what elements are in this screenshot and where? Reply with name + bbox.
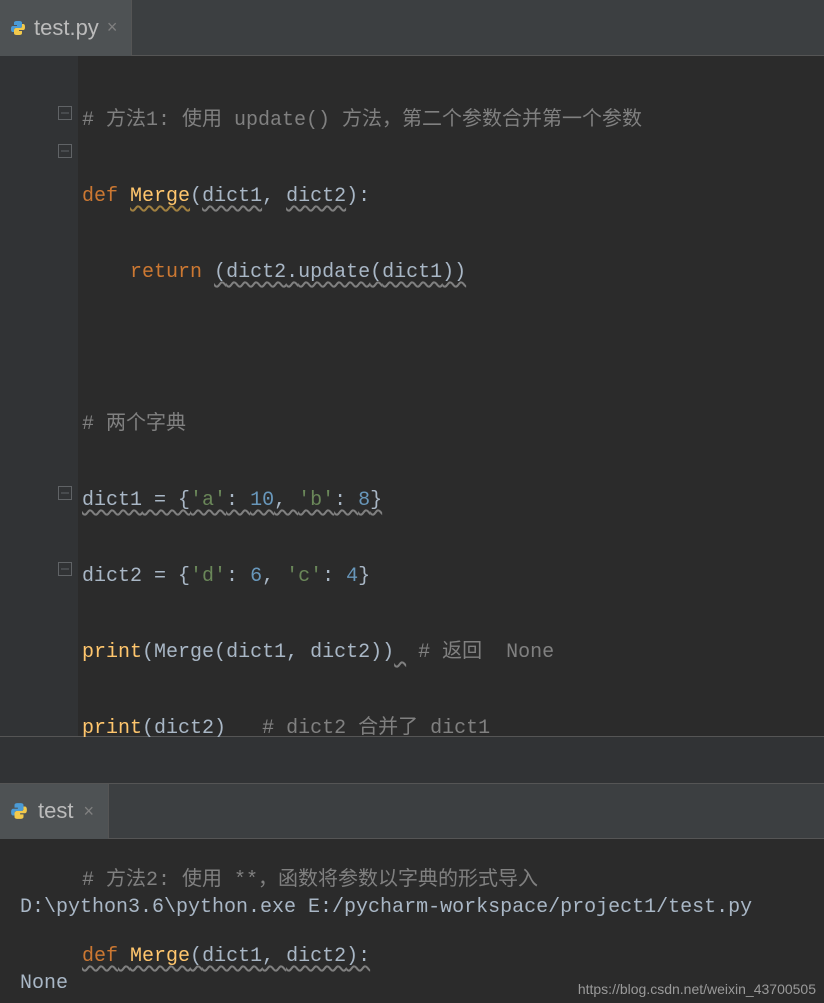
param: dict1 [202, 185, 262, 208]
kw-return: return [130, 261, 202, 284]
string: 'c' [286, 565, 322, 588]
string: 'd' [190, 565, 226, 588]
param: dict1 [202, 945, 262, 968]
call: Merge [154, 641, 214, 664]
code-editor[interactable]: # 方法1: 使用 update() 方法，第二个参数合并第一个参数 def M… [0, 56, 824, 736]
editor-tab-bar: test.py × [0, 0, 824, 56]
editor-gutter [0, 56, 78, 736]
fold-minus-icon[interactable] [56, 104, 74, 122]
number: 4 [346, 565, 358, 588]
param: dict2 [286, 185, 346, 208]
python-file-icon [10, 20, 26, 36]
close-icon[interactable]: × [107, 17, 118, 38]
string: 'a' [190, 489, 226, 512]
code-comment: # 方法1: 使用 update() 方法，第二个参数合并第一个参数 [82, 109, 642, 132]
var: dict1 [82, 489, 142, 512]
kw-def: def [82, 185, 118, 208]
builtin-print: print [82, 641, 142, 664]
fold-minus-icon[interactable] [56, 484, 74, 502]
code-comment: # 返回 None [418, 641, 554, 664]
editor-tab-label: test.py [34, 15, 99, 41]
number: 6 [250, 565, 262, 588]
code-comment: # 方法2: 使用 **，函数将参数以字典的形式导入 [82, 869, 538, 892]
number: 8 [358, 489, 370, 512]
name: dict1 [382, 261, 442, 284]
name: dict2 [226, 261, 286, 284]
code-comment: # 两个字典 [82, 413, 186, 436]
fold-minus-icon[interactable] [56, 142, 74, 160]
builtin-print: print [82, 717, 142, 740]
string: 'b' [298, 489, 334, 512]
method: update [298, 261, 370, 284]
arg: dict2 [154, 717, 214, 740]
python-run-icon [10, 802, 28, 820]
watermark-text: https://blog.csdn.net/weixin_43700505 [578, 981, 816, 997]
fn-name: Merge [130, 185, 190, 208]
var: dict2 [82, 565, 142, 588]
code-comment: # dict2 合并了 dict1 [262, 717, 490, 740]
run-tab-label: test [38, 798, 73, 824]
param: dict2 [286, 945, 346, 968]
fn-name: Merge [130, 945, 190, 968]
code-content[interactable]: # 方法1: 使用 update() 方法，第二个参数合并第一个参数 def M… [78, 56, 824, 736]
number: 10 [250, 489, 274, 512]
arg: dict2 [310, 641, 370, 664]
editor-tab-test-py[interactable]: test.py × [0, 0, 132, 56]
arg: dict1 [226, 641, 286, 664]
fold-minus-icon[interactable] [56, 560, 74, 578]
kw-def: def [82, 945, 118, 968]
